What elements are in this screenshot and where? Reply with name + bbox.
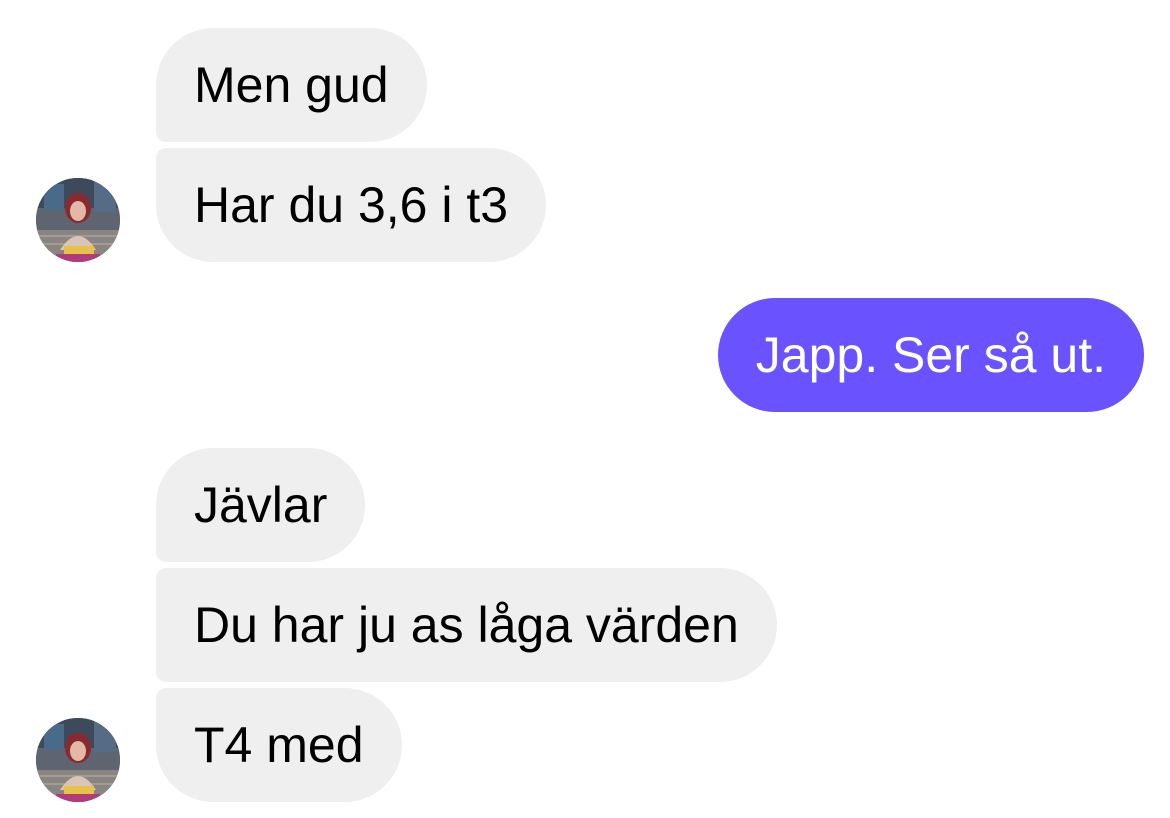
message-text: Du har ju as låga värden	[194, 597, 739, 653]
message-bubble-outgoing[interactable]: Japp. Ser så ut.	[717, 298, 1144, 412]
message-bubble-incoming[interactable]: Men gud	[156, 28, 427, 142]
message-text: Jävlar	[194, 477, 328, 533]
message-text: Men gud	[194, 57, 389, 113]
message-bubble-incoming[interactable]: Har du 3,6 i t3	[156, 148, 547, 262]
contact-avatar[interactable]	[36, 178, 120, 262]
message-text: T4 med	[194, 717, 364, 773]
message-bubble-incoming[interactable]: T4 med	[156, 688, 402, 802]
message-text: Har du 3,6 i t3	[194, 177, 509, 233]
message-bubble-incoming[interactable]: Du har ju as låga värden	[156, 568, 777, 682]
message-bubble-incoming[interactable]: Jävlar	[156, 448, 366, 562]
avatar-photo-icon	[36, 178, 120, 262]
avatar-photo-icon	[36, 718, 120, 802]
contact-avatar[interactable]	[36, 718, 120, 802]
message-text: Japp. Ser så ut.	[755, 327, 1106, 383]
